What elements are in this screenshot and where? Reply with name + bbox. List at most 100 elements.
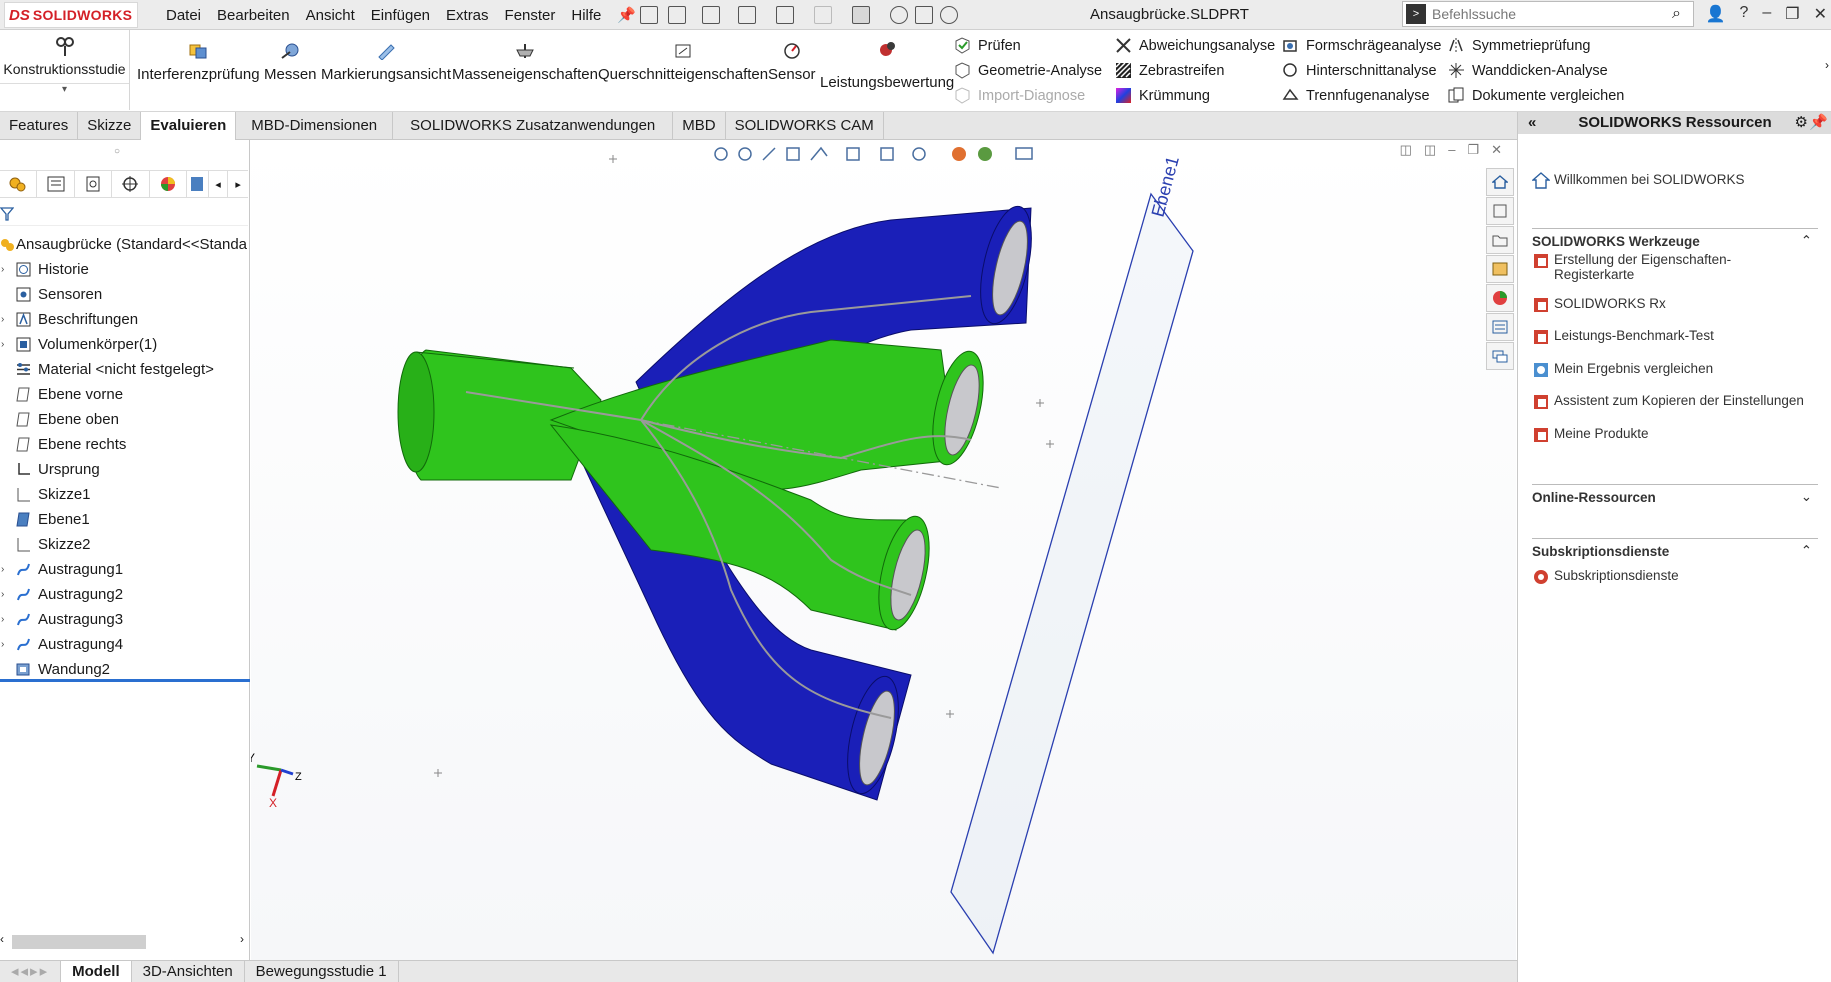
display-manager-icon[interactable] — [150, 170, 187, 198]
tree-item-ursprung[interactable]: Ursprung — [0, 457, 250, 482]
scrollbar-thumb[interactable] — [12, 935, 146, 949]
scroll-right-icon[interactable]: ▸ — [228, 170, 248, 198]
dokumente-vergleichen-button[interactable]: Dokumente vergleichen — [1448, 87, 1624, 104]
feature-manager-icon[interactable] — [0, 170, 38, 198]
tab-features[interactable]: Features — [0, 112, 79, 140]
tab-solidworks-cam[interactable]: SOLIDWORKS CAM — [726, 112, 884, 140]
expand-arrow-icon[interactable]: › — [1, 257, 4, 282]
kruemmung-button[interactable]: Krümmung — [1115, 87, 1210, 104]
custom-properties-icon[interactable] — [1486, 313, 1514, 341]
graphics-viewport[interactable]: Ebene1 Y X Z ◫ ◫ – ❐ ✕ — [251, 140, 1516, 960]
section-werkzeuge[interactable]: SOLIDWORKS Werkzeuge ⌃ — [1532, 228, 1818, 249]
markierungsansicht-button[interactable]: Markierungsansicht — [321, 42, 451, 83]
file-explorer-icon[interactable] — [1486, 226, 1514, 254]
solidworks-logo[interactable]: DS SOLIDWORKS — [4, 2, 138, 28]
filter-bar[interactable] — [0, 202, 248, 226]
tile-right-icon[interactable]: ◫ — [1424, 142, 1436, 158]
konstruktionsstudie-button[interactable]: Konstruktionsstudie ▾ — [0, 30, 130, 110]
viewport-minimize-icon[interactable]: – — [1448, 142, 1455, 158]
tile-left-icon[interactable]: ◫ — [1400, 142, 1412, 158]
tree-item-ebene-oben[interactable]: Ebene oben — [0, 407, 250, 432]
masseneigenschaften-button[interactable]: Masseneigenschaften — [452, 42, 598, 83]
pin-icon[interactable]: 📌 — [609, 6, 644, 24]
chevron-up-icon[interactable]: ⌃ — [1801, 543, 1812, 559]
tab-evaluieren[interactable]: Evaluieren — [141, 112, 237, 140]
chevron-down-icon[interactable]: ⌄ — [1801, 489, 1812, 505]
chevron-up-icon[interactable]: ⌃ — [1801, 233, 1812, 249]
tree-item-wandung2[interactable]: Wandung2 — [0, 657, 250, 682]
tree-item-ebene1[interactable]: Ebene1 — [0, 507, 250, 532]
tool-link-property-tab[interactable]: Erstellung der Eigenschaften-Registerkar… — [1532, 252, 1772, 282]
home-tab-icon[interactable] — [1486, 168, 1514, 196]
configuration-manager-icon[interactable] — [75, 170, 113, 198]
tool-link-copy-settings[interactable]: Assistent zum Kopieren der Einstellungen — [1532, 393, 1804, 411]
scroll-left-icon[interactable]: ◂ — [209, 170, 229, 198]
expand-arrow-icon[interactable]: › — [1, 607, 4, 632]
tab-3d-ansichten[interactable]: 3D-Ansichten — [132, 961, 245, 982]
property-manager-icon[interactable] — [37, 170, 75, 198]
open-icon[interactable] — [702, 6, 720, 24]
import-diagnose-button[interactable]: Import-Diagnose — [954, 87, 1085, 104]
traffic-light-icon[interactable] — [890, 6, 908, 24]
tab-mbd-dimensionen[interactable]: MBD-Dimensionen — [236, 112, 394, 140]
wanddicken-analyse-button[interactable]: Wanddicken-Analyse — [1448, 62, 1608, 79]
forum-icon[interactable] — [1486, 342, 1514, 370]
tree-item-austragung1[interactable]: › Austragung1 — [0, 557, 250, 582]
view-palette-icon[interactable] — [1486, 255, 1514, 283]
heads-up-view-toolbar[interactable] — [714, 146, 1033, 161]
scroll-right-icon[interactable]: › — [240, 932, 244, 946]
geometrie-analyse-button[interactable]: Geometrie-Analyse — [954, 62, 1102, 79]
menu-einfuegen[interactable]: Einfügen — [363, 7, 438, 24]
querschnitteigenschaften-button[interactable]: Querschnitteigenschaften — [598, 42, 768, 83]
symmetriepruefung-button[interactable]: Symmetrieprüfung — [1448, 37, 1590, 54]
tab-nav-arrows-icon[interactable]: ◂◂▸▸ — [0, 961, 62, 982]
help-button[interactable]: ? — [1739, 4, 1748, 24]
tool-link-compare-result[interactable]: Mein Ergebnis vergleichen — [1532, 361, 1713, 379]
subscription-link[interactable]: Subskriptionsdienste — [1532, 568, 1679, 586]
menu-fenster[interactable]: Fenster — [497, 7, 564, 24]
menu-extras[interactable]: Extras — [438, 7, 497, 24]
dropdown-arrow-icon[interactable]: ▾ — [0, 83, 129, 95]
pin-icon[interactable]: 📌 — [1809, 112, 1828, 134]
tree-item-austragung4[interactable]: › Austragung4 — [0, 632, 250, 657]
trennfugenanalyse-button[interactable]: Trennfugenanalyse — [1282, 87, 1430, 104]
messen-button[interactable]: Messen — [264, 42, 317, 83]
interferenzpruefung-button[interactable]: Interferenzprüfung — [137, 42, 260, 83]
panel-splitter-dot[interactable]: ○ — [114, 146, 120, 157]
tab-zusatzanwendungen[interactable]: SOLIDWORKS Zusatzanwendungen — [393, 112, 674, 140]
home-icon[interactable] — [640, 6, 658, 24]
section-online-ressourcen[interactable]: Online-Ressourcen ⌄ — [1532, 484, 1818, 505]
scroll-left-icon[interactable]: ‹ — [0, 932, 4, 946]
appearances-icon[interactable] — [1486, 284, 1514, 312]
formschraegeanalyse-button[interactable]: Formschrägeanalyse — [1282, 37, 1441, 54]
dimxpert-icon[interactable] — [112, 170, 150, 198]
abweichungsanalyse-button[interactable]: Abweichungsanalyse — [1115, 37, 1275, 54]
restore-button[interactable]: ❐ — [1785, 4, 1799, 24]
zebrastreifen-button[interactable]: Zebrastreifen — [1115, 62, 1224, 79]
tree-item-austragung2[interactable]: › Austragung2 — [0, 582, 250, 607]
expand-arrow-icon[interactable]: › — [1, 307, 4, 332]
tree-item-beschriftungen[interactable]: › Beschriftungen — [0, 307, 250, 332]
tree-horizontal-scrollbar[interactable]: ‹ › — [0, 932, 248, 950]
section-subskription[interactable]: Subskriptionsdienste ⌃ — [1532, 538, 1818, 559]
settings-gear-icon[interactable]: ⚙ — [1795, 112, 1808, 134]
select-icon[interactable] — [852, 6, 870, 24]
command-search[interactable]: > Befehlssuche ⌕ — [1402, 1, 1694, 27]
design-library-icon[interactable] — [1486, 197, 1514, 225]
tree-root-part[interactable]: Ansaugbrücke (Standard<<Standa — [0, 232, 250, 257]
undo-icon[interactable] — [814, 6, 832, 24]
minimize-button[interactable]: – — [1762, 4, 1771, 24]
tool-link-benchmark[interactable]: Leistungs-Benchmark-Test — [1532, 328, 1714, 346]
tool-link-rx[interactable]: SOLIDWORKS Rx — [1532, 296, 1666, 314]
menu-bearbeiten[interactable]: Bearbeiten — [209, 7, 298, 24]
tree-item-sensoren[interactable]: Sensoren — [0, 282, 250, 307]
model-view[interactable]: Ebene1 — [251, 140, 1516, 960]
tab-modell[interactable]: Modell — [61, 961, 132, 982]
user-icon[interactable]: 👤 — [1706, 4, 1726, 24]
tree-item-volumenkoerper[interactable]: › Volumenkörper(1) — [0, 332, 250, 357]
options-gear-icon[interactable] — [940, 6, 958, 24]
tree-item-skizze2[interactable]: Skizze2 — [0, 532, 250, 557]
welcome-link[interactable]: Willkommen bei SOLIDWORKS — [1532, 172, 1745, 190]
viewport-restore-icon[interactable]: ❐ — [1467, 142, 1479, 158]
expand-arrow-icon[interactable]: › — [1, 332, 4, 357]
